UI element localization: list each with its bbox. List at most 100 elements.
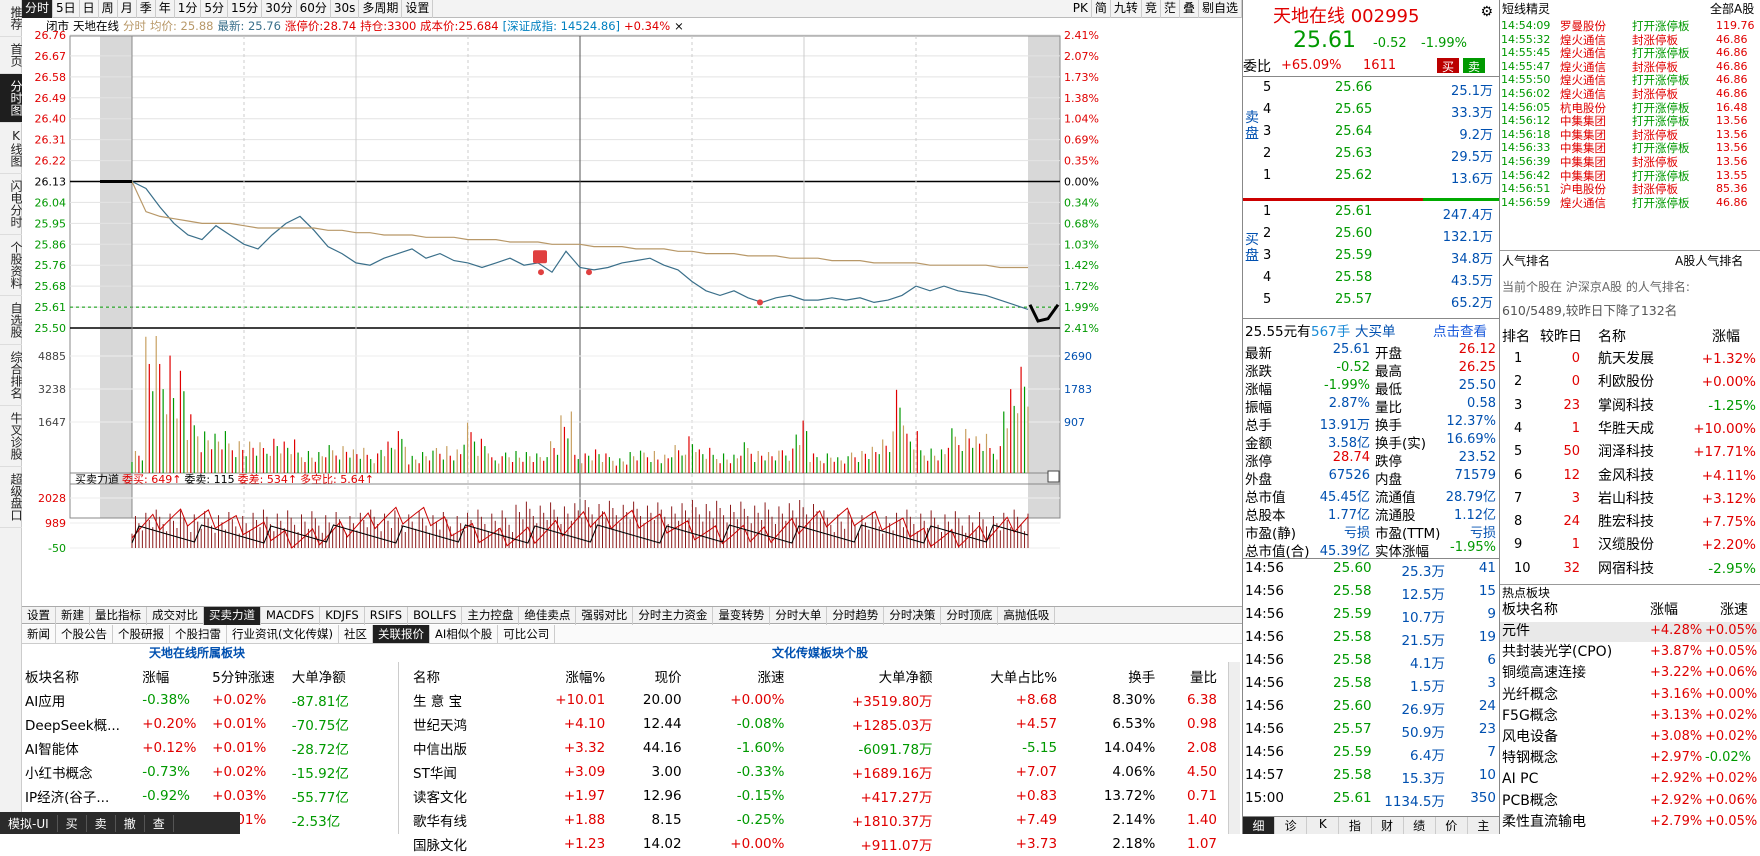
rank-stock[interactable]: 航天发展 (1598, 352, 1654, 366)
rank-stock[interactable]: 润泽科技 (1598, 445, 1654, 459)
toolbar-button[interactable]: PK (1070, 0, 1092, 18)
table-row[interactable]: 中信出版 +3.32 44.16 -1.60% -6091.78万 -5.15 14.04%… (410, 736, 1220, 760)
indicator-tab[interactable]: 强弱对比 (576, 607, 634, 625)
hot-sector[interactable]: 风电设备 (1502, 730, 1558, 744)
feed-stock[interactable]: 中集集团 (1560, 169, 1606, 183)
rank-stock[interactable]: 利欧股份 (1598, 375, 1654, 389)
period-tab[interactable]: 季 (137, 0, 156, 18)
info-tab[interactable]: 行业资讯(文化传媒) (227, 625, 339, 643)
toolbar-button[interactable]: 叠 (1180, 0, 1199, 18)
rank-stock[interactable]: 掌阅科技 (1598, 399, 1654, 413)
table-row[interactable]: 国脉文化 +1.23 14.02 +0.00% +911.07万 +3.73 2.18% 1.… (410, 832, 1220, 856)
info-tab[interactable]: 关联报价 (372, 625, 430, 643)
indicator-tab[interactable]: 设置 (22, 607, 56, 625)
indicator-tab[interactable]: 分时顶底 (941, 607, 999, 625)
buy-button[interactable]: 买 (1437, 58, 1459, 74)
indicator-tab[interactable]: 量变转势 (713, 607, 771, 625)
toolbar-button[interactable]: 竞 (1142, 0, 1161, 18)
info-tab[interactable]: 社区 (339, 625, 373, 643)
quote-tab[interactable]: K (1307, 817, 1340, 834)
nav-item[interactable]: 首页 (0, 37, 23, 74)
hot-sector[interactable]: F5G概念 (1502, 709, 1558, 723)
table-row[interactable]: IP经济(谷子... -0.92% +0.03% -55.77亿 (22, 784, 362, 808)
feed-stock[interactable]: 沪电股份 (1560, 182, 1606, 196)
table-row[interactable]: 世纪天鸿 +4.10 12.44 -0.08% +1285.03万 +4.57 6.53% 0… (410, 712, 1220, 736)
indicator-tab[interactable]: 分时主力资金 (633, 607, 714, 625)
indicator-tab[interactable]: 主力控盘 (462, 607, 520, 625)
nav-item[interactable]: 推荐 (0, 0, 23, 37)
rank-stock[interactable]: 网宿科技 (1598, 562, 1654, 576)
table-row[interactable]: 读客文化 +1.97 12.96 -0.15% +417.27万 +0.83 13.72% 0… (410, 784, 1220, 808)
rank-stock[interactable]: 汉缆股份 (1598, 538, 1654, 552)
indicator-tab[interactable]: BOLLFS (408, 607, 463, 625)
toolbar-button[interactable]: 简 (1092, 0, 1111, 18)
quote-tab[interactable]: 诊 (1275, 817, 1308, 834)
close-indicator-icon[interactable] (1047, 470, 1060, 483)
period-tab[interactable]: 30s (331, 0, 360, 18)
settings-icon[interactable]: ⚙ (1480, 4, 1493, 20)
rank-stock[interactable]: 胜宏科技 (1598, 515, 1654, 529)
nav-item[interactable]: K线图 (0, 123, 23, 174)
period-tab[interactable]: 年 (156, 0, 175, 18)
period-tab[interactable]: 月 (118, 0, 137, 18)
buy-marker-icon[interactable] (533, 250, 547, 264)
quote-tab[interactable]: 细 (1243, 817, 1276, 834)
nav-item[interactable]: 牛叉诊股 (0, 406, 23, 467)
period-tab[interactable]: 多周期 (359, 0, 403, 18)
feed-stock[interactable]: 中集集团 (1560, 155, 1606, 169)
hot-sector[interactable]: 光纤概念 (1502, 688, 1558, 702)
info-tab[interactable]: 个股公告 (56, 625, 113, 643)
period-tab[interactable]: 30分 (262, 0, 297, 18)
period-tab[interactable]: 1分 (175, 0, 202, 18)
big-order-3[interactable]: 点击查看 (1433, 320, 1487, 340)
indicator-tab[interactable]: 买卖力道 (204, 607, 261, 625)
nav-item[interactable]: 闪电分时 (0, 174, 23, 235)
hot-sector[interactable]: 共封装光学(CPO) (1502, 645, 1612, 659)
rank-stock[interactable]: 金风科技 (1598, 469, 1654, 483)
feed-stock[interactable]: 中集集团 (1560, 141, 1606, 155)
table-row[interactable]: DeepSeek概... +0.20% +0.01% -70.75亿 (22, 712, 362, 736)
indicator-tab[interactable]: RSIFS (365, 607, 409, 625)
info-tab[interactable]: 新闻 (22, 625, 56, 643)
feed-stock[interactable]: 杭电股份 (1560, 101, 1606, 115)
trade-bar-item[interactable]: 查 (145, 814, 174, 832)
indicator-tab[interactable]: MACDFS (261, 607, 321, 625)
indicator-tab[interactable]: 成交对比 (147, 607, 204, 625)
period-tab[interactable]: 周 (99, 0, 118, 18)
feed-stock[interactable]: 中集集团 (1560, 128, 1606, 142)
indicator-tab[interactable]: 量比指标 (90, 607, 147, 625)
table-row[interactable]: ST华闻 +3.09 3.00 -0.33% +1689.16万 +7.07 4.06% 4.… (410, 760, 1220, 784)
period-tab[interactable]: 15分 (228, 0, 263, 18)
table-row[interactable]: AI智能体 +0.12% +0.01% -28.72亿 (22, 736, 362, 760)
nav-item[interactable]: 综合排名 (0, 345, 23, 406)
feed-stock[interactable]: 煌火通信 (1560, 60, 1606, 74)
feed-stock[interactable]: 中集集团 (1560, 114, 1606, 128)
trade-bar-item[interactable]: 买 (58, 814, 87, 832)
feed-stock[interactable]: 煌火通信 (1560, 87, 1606, 101)
indicator-tab[interactable]: 新建 (56, 607, 90, 625)
toolbar-button[interactable]: 九转 (1111, 0, 1142, 18)
period-tab[interactable]: 分时 (22, 0, 54, 18)
indicator-tab[interactable]: 高抛低吸 (998, 607, 1056, 625)
hot-sector[interactable]: 柔性直流输电 (1502, 815, 1586, 829)
hot-sector[interactable]: 元件 (1502, 624, 1530, 638)
hot-sector[interactable]: 特钢概念 (1502, 751, 1558, 765)
toolbar-button[interactable]: 茫 (1161, 0, 1180, 18)
feed-stock[interactable]: 煌火通信 (1560, 196, 1606, 210)
feed-stock[interactable]: 煌火通信 (1560, 33, 1606, 47)
indicator-tab[interactable]: 分时决策 (884, 607, 942, 625)
info-tab[interactable]: AI相似个股 (430, 625, 499, 643)
indicator-tab[interactable]: 绝佳卖点 (519, 607, 577, 625)
quote-tab[interactable]: 价 (1436, 817, 1468, 834)
nav-item[interactable]: 分时图 (0, 74, 23, 123)
indicator-tab[interactable]: 分时大单 (770, 607, 828, 625)
trade-bar-item[interactable]: 模拟-UI (0, 814, 58, 832)
intraday-chart[interactable]: 闭市 天地在线 分时 均价: 25.88 最新: 25.76 涨停价:28.74 持仓:33… (22, 18, 1242, 618)
quote-tab[interactable]: 指 (1339, 817, 1372, 834)
feed-stock[interactable]: 罗曼股份 (1560, 19, 1606, 33)
hot-sector[interactable]: AI PC (1502, 772, 1538, 786)
period-tab[interactable]: 5分 (201, 0, 229, 18)
nav-item[interactable]: 自选股 (0, 296, 23, 345)
period-tab[interactable]: 设置 (402, 0, 434, 18)
feed-stock[interactable]: 煌火通信 (1560, 46, 1606, 60)
